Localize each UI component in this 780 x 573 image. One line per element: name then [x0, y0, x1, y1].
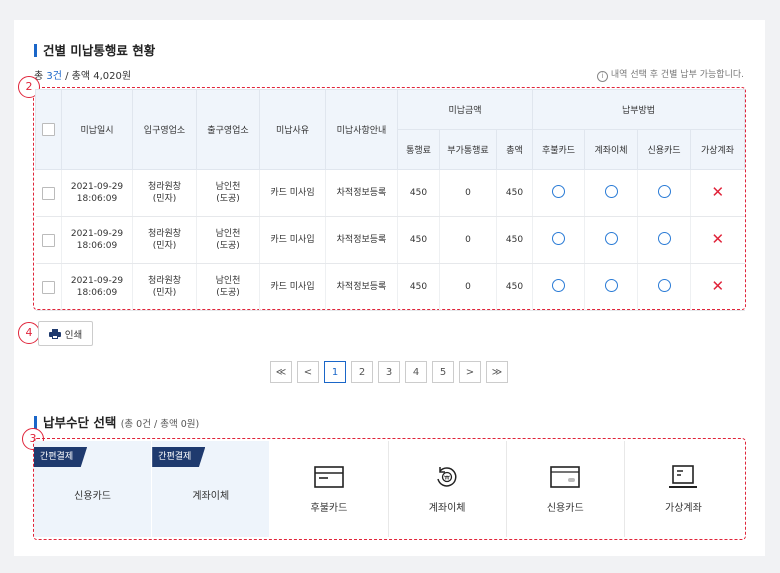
table-row[interactable]: 2021-09-29 18:06:09 청라원창 (민자) 남인천 (도공) 카드 미…: [35, 263, 745, 311]
row-checkbox[interactable]: [41, 280, 55, 294]
header-method-group: 납부방법: [532, 89, 745, 130]
available-circle-icon: [657, 231, 671, 245]
header-extra: 부가통행료: [439, 129, 497, 170]
cell-entry: 청라원창 (민자): [132, 169, 197, 217]
available-circle-icon: [604, 231, 618, 245]
unavailable-x-icon: ✕: [711, 229, 725, 248]
simple-pay-tag: 간편결제: [34, 447, 88, 467]
summary-count: 3건: [46, 71, 62, 82]
available-circle-icon: [604, 278, 618, 292]
page-button-3[interactable]: 3: [378, 361, 400, 383]
summary-text: 총 3건 / 총액 4,020원: [34, 71, 132, 82]
section-title-unpaid: 건별 미납통행료 현황: [34, 40, 155, 59]
unavailable-x-icon: ✕: [711, 276, 725, 295]
cell-total: 450: [496, 263, 533, 311]
virtual-account-icon: [669, 464, 698, 488]
info-icon: i: [596, 71, 608, 82]
header-amount-group: 미납금액: [397, 89, 533, 130]
title-bar: [34, 44, 37, 57]
row-checkbox[interactable]: [41, 233, 55, 247]
unpaid-table: 미납일시 입구영업소 출구영업소 미납사유 미납사항안내 미납금액 납부방법 통…: [35, 89, 745, 311]
row-checkbox[interactable]: [41, 186, 55, 200]
cell-guide: 차적정보등록: [325, 216, 398, 264]
header-postpaid: 후불카드: [532, 129, 585, 170]
printer-icon: [48, 328, 61, 339]
cell-toll: 450: [397, 169, 440, 217]
section-title-text: 건별 미납통행료 현황: [43, 43, 156, 58]
table-row[interactable]: 2021-09-29 18:06:09 청라원창 (민자) 남인천 (도공) 카드 미…: [35, 169, 745, 217]
postpaid-card-option[interactable]: 후불카드: [270, 441, 389, 537]
page-button-5[interactable]: 5: [432, 361, 454, 383]
print-button[interactable]: 인쇄: [38, 321, 93, 346]
page-button-4[interactable]: 4: [405, 361, 427, 383]
annotation-badge: 4: [18, 322, 40, 344]
cell-extra: 0: [439, 169, 497, 217]
cell-exit: 남인천 (도공): [196, 169, 260, 217]
section-title-payment: 납부수단 선택 (총 0건 / 총액 0원): [34, 412, 199, 431]
credit-card-icon: [550, 465, 581, 488]
header-total: 총액: [496, 129, 533, 170]
available-circle-icon: [552, 184, 565, 198]
cell-exit: 남인천 (도공): [196, 263, 260, 311]
available-circle-icon: [657, 184, 671, 198]
header-date: 미납일시: [61, 89, 133, 170]
cell-reason: 카드 미사입: [259, 216, 326, 264]
svg-text:₩: ₩: [444, 475, 450, 481]
transfer-icon: ₩: [437, 466, 457, 487]
header-guide: 미납사항안내: [325, 89, 398, 170]
header-virtual: 가상계좌: [690, 129, 745, 170]
credit-card-option[interactable]: 신용카드: [506, 441, 625, 537]
cell-toll: 450: [397, 263, 440, 311]
simple-credit-card-option[interactable]: 간편결제 신용카드: [34, 441, 152, 537]
cell-total: 450: [496, 169, 533, 217]
page-last-button[interactable]: ≫: [486, 361, 508, 383]
page-button-2[interactable]: 2: [351, 361, 373, 383]
cell-guide: 차적정보등록: [325, 263, 398, 311]
header-select-all: [35, 89, 62, 170]
cell-toll: 450: [397, 216, 440, 264]
header-exit: 출구영업소: [196, 89, 260, 170]
available-circle-icon: [552, 231, 565, 245]
header-toll: 통행료: [397, 129, 440, 170]
simple-pay-tag: 간편결제: [152, 447, 206, 467]
title-bar: [34, 416, 37, 429]
page-next-button[interactable]: >: [459, 361, 481, 383]
header-reason: 미납사유: [259, 89, 326, 170]
cell-exit: 남인천 (도공): [196, 216, 260, 264]
page-prev-button[interactable]: <: [297, 361, 319, 383]
cell-reason: 카드 미사입: [259, 263, 326, 311]
page-button-1[interactable]: 1: [324, 361, 346, 383]
cell-date: 2021-09-29 18:06:09: [61, 169, 133, 217]
cell-date: 2021-09-29 18:06:09: [61, 263, 133, 311]
page-first-button[interactable]: ≪: [270, 361, 292, 383]
payment-summary: (총 0건 / 총액 0원): [120, 419, 200, 430]
available-circle-icon: [552, 278, 565, 292]
header-credit: 신용카드: [637, 129, 691, 170]
transfer-option[interactable]: ₩ 계좌이체: [388, 441, 507, 537]
unavailable-x-icon: ✕: [711, 182, 725, 201]
select-all-checkbox[interactable]: [42, 123, 55, 136]
pagination: ≪ < 1 2 3 4 5 > ≫: [270, 361, 508, 383]
cell-entry: 청라원창 (민자): [132, 263, 197, 311]
available-circle-icon: [604, 184, 618, 198]
cell-entry: 청라원창 (민자): [132, 216, 197, 264]
payment-method-list: 간편결제 신용카드 간편결제 계좌이체 후불카드 ₩ 계좌이체 신용카드 가상계…: [34, 441, 743, 537]
header-transfer: 계좌이체: [584, 129, 638, 170]
info-note: i 내역 선택 후 건별 납부 가능합니다.: [596, 67, 744, 82]
cell-guide: 차적정보등록: [325, 169, 398, 217]
available-circle-icon: [657, 278, 671, 292]
cell-reason: 카드 미사임: [259, 169, 326, 217]
cell-total: 450: [496, 216, 533, 264]
table-row[interactable]: 2021-09-29 18:06:09 청라원창 (민자) 남인천 (도공) 카드 미…: [35, 216, 745, 264]
cell-extra: 0: [439, 263, 497, 311]
virtual-account-option[interactable]: 가상계좌: [624, 441, 743, 537]
header-entry: 입구영업소: [132, 89, 197, 170]
postpaid-card-icon: [314, 465, 344, 488]
cell-date: 2021-09-29 18:06:09: [61, 216, 133, 264]
cell-extra: 0: [439, 216, 497, 264]
simple-transfer-option[interactable]: 간편결제 계좌이체: [152, 441, 270, 537]
